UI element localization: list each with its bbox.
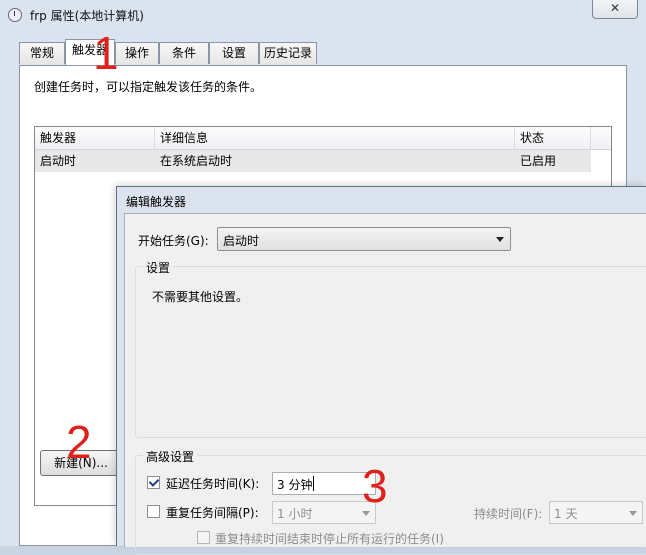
close-button[interactable]: ✕ (592, 0, 638, 19)
stop-tasks-checkbox[interactable] (197, 531, 210, 544)
chevron-down-icon (496, 237, 504, 242)
row-trigger: 启动时 (40, 154, 77, 168)
begin-task-label: 开始任务(G): (138, 234, 209, 248)
begin-task-select[interactable]: 启动时 (217, 227, 511, 251)
begin-task-value: 启动时 (223, 234, 260, 248)
tab-history[interactable]: 历史记录 (259, 42, 317, 64)
delay-task-checkbox[interactable] (147, 476, 160, 489)
table-header: 触发器 详细信息 状态 (35, 127, 611, 150)
repeat-interval-select[interactable]: 1 小时 (272, 501, 376, 524)
tab-actions[interactable]: 操作 (115, 42, 159, 64)
duration-label: 持续时间(F): (474, 507, 543, 521)
duration-select[interactable]: 1 天 (549, 501, 643, 524)
annotation-1: 1 (93, 27, 119, 79)
settings-group: 设置 不需要其他设置。 (135, 259, 646, 438)
dialog-title: 编辑触发器 (126, 195, 187, 209)
title-bar: frp 属性(本地计算机) ✕ (0, 0, 646, 30)
repeat-task-label: 重复任务间隔(P): (166, 506, 259, 520)
row-status: 已启用 (520, 154, 557, 168)
triggers-description: 创建任务时，可以指定触发该任务的条件。 (34, 80, 263, 94)
delay-task-input[interactable]: 3 分钟 (272, 472, 376, 495)
window-title: frp 属性(本地计算机) (30, 9, 144, 23)
table-row[interactable]: 启动时 在系统启动时 已启用 (35, 150, 591, 172)
tab-conditions[interactable]: 条件 (159, 42, 209, 64)
tab-general[interactable]: 常规 (19, 42, 65, 64)
row-details: 在系统启动时 (160, 154, 233, 168)
settings-text: 不需要其他设置。 (152, 290, 249, 304)
delay-task-value: 3 分钟 (277, 478, 313, 492)
task-properties-window: frp 属性(本地计算机) ✕ 常规 触发器 操作 条件 设置 历史记录 创建任… (0, 0, 646, 555)
column-trigger[interactable]: 触发器 (35, 127, 155, 149)
duration-value: 1 天 (554, 507, 578, 521)
repeat-interval-value: 1 小时 (277, 507, 313, 521)
text-caret (313, 476, 314, 491)
repeat-task-checkbox[interactable] (147, 505, 160, 518)
delay-task-label: 延迟任务时间(K): (166, 477, 260, 491)
column-status[interactable]: 状态 (515, 127, 591, 149)
tab-settings[interactable]: 设置 (209, 42, 259, 64)
stop-tasks-label: 重复持续时间结束时停止所有运行的任务(I) (215, 532, 444, 546)
column-details[interactable]: 详细信息 (155, 127, 515, 149)
advanced-group-title: 高级设置 (143, 448, 198, 465)
clock-icon (8, 8, 22, 22)
annotation-2: 2 (66, 416, 92, 468)
chevron-down-icon (629, 511, 637, 516)
annotation-3: 3 (362, 460, 388, 512)
settings-group-title: 设置 (143, 259, 174, 276)
